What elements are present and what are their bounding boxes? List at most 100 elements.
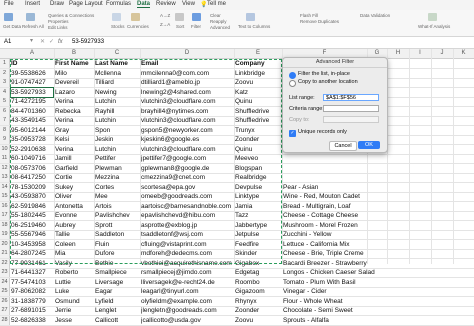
cell-c[interactable]: Artois bbox=[95, 202, 139, 211]
cell-c[interactable]: Mezzina bbox=[95, 173, 139, 182]
cell-g[interactable] bbox=[388, 69, 408, 78]
cell-g[interactable] bbox=[388, 107, 408, 116]
cell-c[interactable]: Last Name bbox=[95, 59, 139, 68]
get-data-label[interactable]: Get Data bbox=[3, 24, 21, 29]
row-number[interactable]: 22 bbox=[0, 258, 10, 268]
column-header-c[interactable]: C bbox=[94, 50, 140, 56]
cell-f[interactable]: Vinegar - Cider bbox=[283, 287, 385, 296]
row-number[interactable]: 18 bbox=[0, 220, 10, 230]
cell-b[interactable]: Aubrey bbox=[55, 221, 93, 230]
cell-f[interactable] bbox=[283, 173, 385, 182]
text-to-columns-icon[interactable] bbox=[246, 13, 255, 21]
row-number[interactable]: 27 bbox=[0, 306, 10, 315]
tab-insert[interactable]: Insert bbox=[25, 1, 40, 7]
cell-c[interactable]: Callicott bbox=[95, 316, 139, 325]
column-header-i[interactable]: I bbox=[409, 50, 431, 56]
cell-b[interactable]: Vasily bbox=[55, 259, 93, 268]
cell-e[interactable]: Blogspan bbox=[235, 164, 281, 173]
cell-a[interactable]: 77-9031461 bbox=[11, 259, 53, 268]
cell-c[interactable]: Spon bbox=[95, 126, 139, 135]
cell-a[interactable]: 95-6012144 bbox=[11, 126, 53, 135]
copy-to-location-label[interactable]: Copy to another location bbox=[298, 79, 358, 85]
cell-b[interactable]: Devereil bbox=[55, 78, 93, 87]
cell-a[interactable]: 08-0573706 bbox=[11, 164, 53, 173]
cell-d[interactable]: brayhill4@nytimes.com bbox=[141, 107, 233, 116]
cell-d[interactable]: olyfieldm@example.com bbox=[141, 297, 233, 306]
cell-e[interactable]: Edgetag bbox=[235, 268, 281, 277]
cell-e[interactable]: Jabbertype bbox=[235, 221, 281, 230]
cell-b[interactable]: Gray bbox=[55, 126, 93, 135]
cell-g[interactable] bbox=[388, 306, 408, 315]
cell-d[interactable]: asprotte@exblog.jp bbox=[141, 221, 233, 230]
cell-a[interactable]: 77-5474103 bbox=[11, 278, 53, 287]
cell-g[interactable] bbox=[388, 297, 408, 306]
cell-g[interactable] bbox=[388, 145, 408, 154]
cell-a[interactable]: 71-6441327 bbox=[11, 268, 53, 277]
cell-d[interactable]: cfluing@vistaprint.com bbox=[141, 240, 233, 249]
cell-d[interactable]: scortesa@epa.gov bbox=[141, 183, 233, 192]
name-box-dropdown-icon[interactable]: ▾ bbox=[30, 37, 33, 44]
cell-b[interactable]: Garfield bbox=[55, 164, 93, 173]
name-box[interactable]: A1 bbox=[4, 39, 11, 45]
cell-g[interactable] bbox=[388, 230, 408, 239]
cell-d[interactable]: epavlishchevd@hibu.com bbox=[141, 211, 233, 220]
cell-b[interactable]: Lazaro bbox=[55, 88, 93, 97]
cell-a[interactable]: 60-1049716 bbox=[11, 154, 53, 163]
cell-g[interactable] bbox=[388, 211, 408, 220]
cell-c[interactable]: Fluin bbox=[95, 240, 139, 249]
cell-f[interactable]: Cheese - Brie, Triple Creme bbox=[283, 249, 385, 258]
cell-d[interactable]: Email bbox=[141, 59, 233, 68]
tab-data[interactable]: Data bbox=[137, 1, 151, 8]
fx-icon[interactable]: fx bbox=[58, 39, 63, 45]
cell-d[interactable]: mmcilenna0@com.com bbox=[141, 69, 233, 78]
row-number[interactable]: 8 bbox=[0, 125, 10, 135]
clear-button[interactable]: Clear bbox=[210, 13, 221, 18]
cell-g[interactable] bbox=[388, 192, 408, 201]
cell-a[interactable]: 91-0747427 bbox=[11, 78, 53, 87]
cell-c[interactable]: Lutchin bbox=[95, 97, 139, 106]
cell-g[interactable] bbox=[388, 116, 408, 125]
cell-d[interactable]: kjeskin6@google.es bbox=[141, 135, 233, 144]
cell-f[interactable]: Lettuce - California Mix bbox=[283, 240, 385, 249]
cell-b[interactable]: Evonne bbox=[55, 211, 93, 220]
cell-f[interactable]: Chocolate - Semi Sweet bbox=[283, 306, 385, 315]
cell-c[interactable]: Liversage bbox=[95, 278, 139, 287]
cell-d[interactable]: jlengletn@goodreads.com bbox=[141, 306, 233, 315]
cell-c[interactable]: Bothie bbox=[95, 259, 139, 268]
cell-e[interactable]: Roombo bbox=[235, 278, 281, 287]
cell-a[interactable]: 43-0593870 bbox=[11, 192, 53, 201]
cell-e[interactable]: Realbridge bbox=[235, 173, 281, 182]
cell-b[interactable]: Verina bbox=[55, 145, 93, 154]
cell-a[interactable]: 84-4701360 bbox=[11, 107, 53, 116]
cell-f[interactable]: Bacardi Breezer - Strawberry bbox=[283, 259, 385, 268]
cell-c[interactable]: Lenglet bbox=[95, 306, 139, 315]
currencies-label[interactable]: Currencies bbox=[127, 24, 149, 29]
cell-a[interactable]: 08-6417250 bbox=[11, 173, 53, 182]
cell-g[interactable] bbox=[388, 268, 408, 277]
row-number[interactable]: 20 bbox=[0, 239, 10, 249]
cell-a[interactable]: 62-5919846 bbox=[11, 202, 53, 211]
cell-e[interactable]: Meeveo bbox=[235, 154, 281, 163]
column-header-f[interactable]: F bbox=[282, 50, 367, 56]
column-header-e[interactable]: E bbox=[234, 50, 282, 56]
cell-f[interactable]: Flour - Whole Wheat bbox=[283, 297, 385, 306]
cell-g[interactable] bbox=[388, 173, 408, 182]
filter-in-place-radio[interactable] bbox=[289, 72, 296, 79]
cell-a[interactable]: 27-6891015 bbox=[11, 306, 53, 315]
cell-e[interactable]: Skinder bbox=[235, 249, 281, 258]
tell-me-search[interactable]: Tell me bbox=[207, 1, 226, 7]
cancel-button[interactable]: Cancel bbox=[329, 141, 357, 151]
enter-check-icon[interactable]: ✓ bbox=[49, 38, 54, 45]
cell-a[interactable]: 55-5567946 bbox=[11, 230, 53, 239]
row-number[interactable]: 23 bbox=[0, 268, 10, 277]
column-header-b[interactable]: B bbox=[54, 50, 94, 56]
cell-d[interactable]: gplewman8@google.de bbox=[141, 164, 233, 173]
cell-d[interactable]: leagarl@tinyurl.com bbox=[141, 287, 233, 296]
cell-f[interactable]: Mushroom - Morel Frozen bbox=[283, 221, 385, 230]
cell-a[interactable]: 53-5927933 bbox=[10, 86, 54, 98]
cell-d[interactable]: mdforeh@dedecms.com bbox=[141, 249, 233, 258]
cell-g[interactable] bbox=[388, 287, 408, 296]
cell-e[interactable]: Feedfire bbox=[235, 240, 281, 249]
cell-d[interactable]: lnewing2@4shared.com bbox=[141, 88, 233, 97]
cell-b[interactable]: Jesse bbox=[55, 316, 93, 325]
